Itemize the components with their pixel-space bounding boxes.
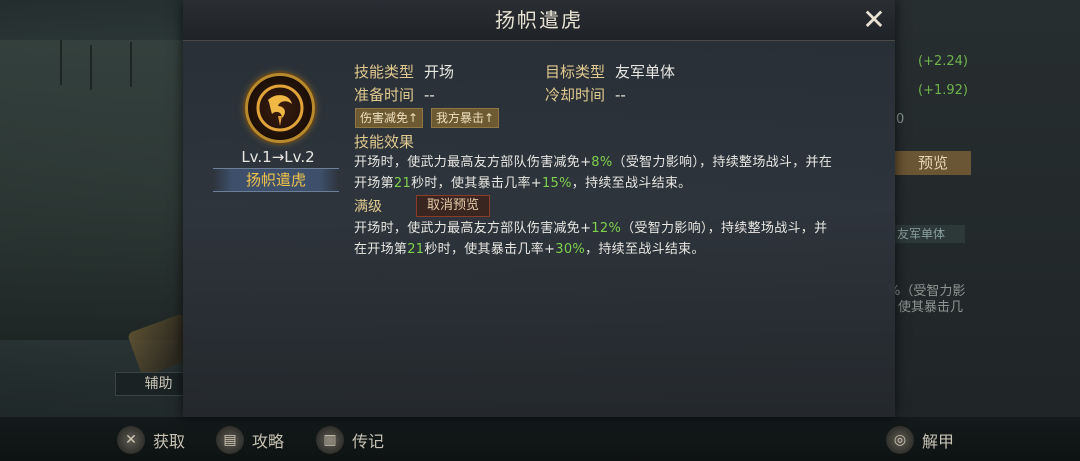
- biography-button[interactable]: ▥ 传记: [316, 425, 384, 455]
- background-fortress-wall: [0, 40, 185, 340]
- stat-value: 0: [896, 112, 905, 127]
- cooldown-value: --: [615, 86, 626, 104]
- skill-type-row: 技能类型 开场: [354, 61, 454, 82]
- modal-title: 扬帜遣虎: [495, 8, 583, 32]
- skill-name-plate: 扬帜遣虎: [213, 168, 339, 192]
- biography-label: 传记: [352, 432, 385, 451]
- background-flag-pole: [90, 45, 92, 90]
- effect-tag: 我方暴击↑: [431, 108, 500, 128]
- biography-icon: ▥: [316, 426, 344, 454]
- background-flag-pole: [60, 40, 62, 85]
- prep-time-value: --: [424, 86, 435, 104]
- max-level-description: 开场时，使武力最高友方部队伤害减免+12%（受智力影响），持续整场战斗，并 在开…: [354, 218, 827, 260]
- target-type-row: 目标类型 友军单体: [545, 61, 675, 82]
- skill-type-label: 技能类型: [354, 63, 415, 81]
- disarm-button[interactable]: ◎ 解甲: [886, 425, 954, 455]
- acquire-icon: ✕: [117, 426, 145, 454]
- stat-bonus: (+2.24): [918, 54, 968, 69]
- background-description-line: 使其暴击几: [898, 300, 964, 315]
- guide-label: 攻略: [252, 432, 285, 451]
- background-flag-pole: [130, 42, 132, 87]
- skill-type-value: 开场: [424, 63, 455, 81]
- target-type-value: 友军单体: [615, 63, 676, 81]
- guide-icon: ▤: [216, 426, 244, 454]
- acquire-button[interactable]: ✕ 获取: [117, 425, 185, 455]
- max-level-line: 在开场第21秒时，使其暴击几率+30%，持续至战斗结束。: [354, 242, 705, 257]
- preview-button[interactable]: 预览: [895, 151, 971, 175]
- prep-time-row: 准备时间 --: [354, 84, 435, 105]
- skill-detail-modal: 扬帜遣虎 ✕ Lv.1→Lv.2 扬帜遣虎 技能类型 开场 目标类型 友军单体 准备…: [183, 0, 895, 417]
- effect-tag: 伤害减免↑: [355, 108, 424, 128]
- cancel-preview-button[interactable]: 取消预览: [416, 195, 490, 217]
- skill-emblem-icon: [245, 73, 315, 143]
- effect-line: 开场第21秒时，使其暴击几率+15%，持续至战斗结束。: [354, 176, 692, 191]
- target-type-label: 目标类型: [545, 63, 606, 81]
- skill-level-text: Lv.1→Lv.2: [241, 148, 315, 166]
- effect-line: 开场时，使武力最高友方部队伤害减免+8%（受智力影响），持续整场战斗，并在: [354, 155, 833, 170]
- guide-button[interactable]: ▤ 攻略: [216, 425, 284, 455]
- target-type-tag: 友军单体: [895, 225, 965, 243]
- prep-time-label: 准备时间: [354, 86, 415, 104]
- max-level-line: 开场时，使武力最高友方部队伤害减免+12%（受智力影响），持续整场战斗，并: [354, 221, 828, 236]
- cooldown-label: 冷却时间: [545, 86, 606, 104]
- cooldown-row: 冷却时间 --: [545, 84, 626, 105]
- close-icon[interactable]: ✕: [860, 6, 888, 34]
- max-level-heading: 满级: [354, 199, 382, 215]
- effect-heading: 技能效果: [354, 133, 415, 151]
- effect-description: 开场时，使武力最高友方部队伤害减免+8%（受智力影响），持续整场战斗，并在 开场…: [354, 152, 832, 194]
- acquire-label: 获取: [153, 432, 186, 451]
- disarm-icon: ◎: [886, 426, 914, 454]
- stat-bonus: (+1.92): [918, 83, 968, 98]
- disarm-label: 解甲: [922, 432, 955, 451]
